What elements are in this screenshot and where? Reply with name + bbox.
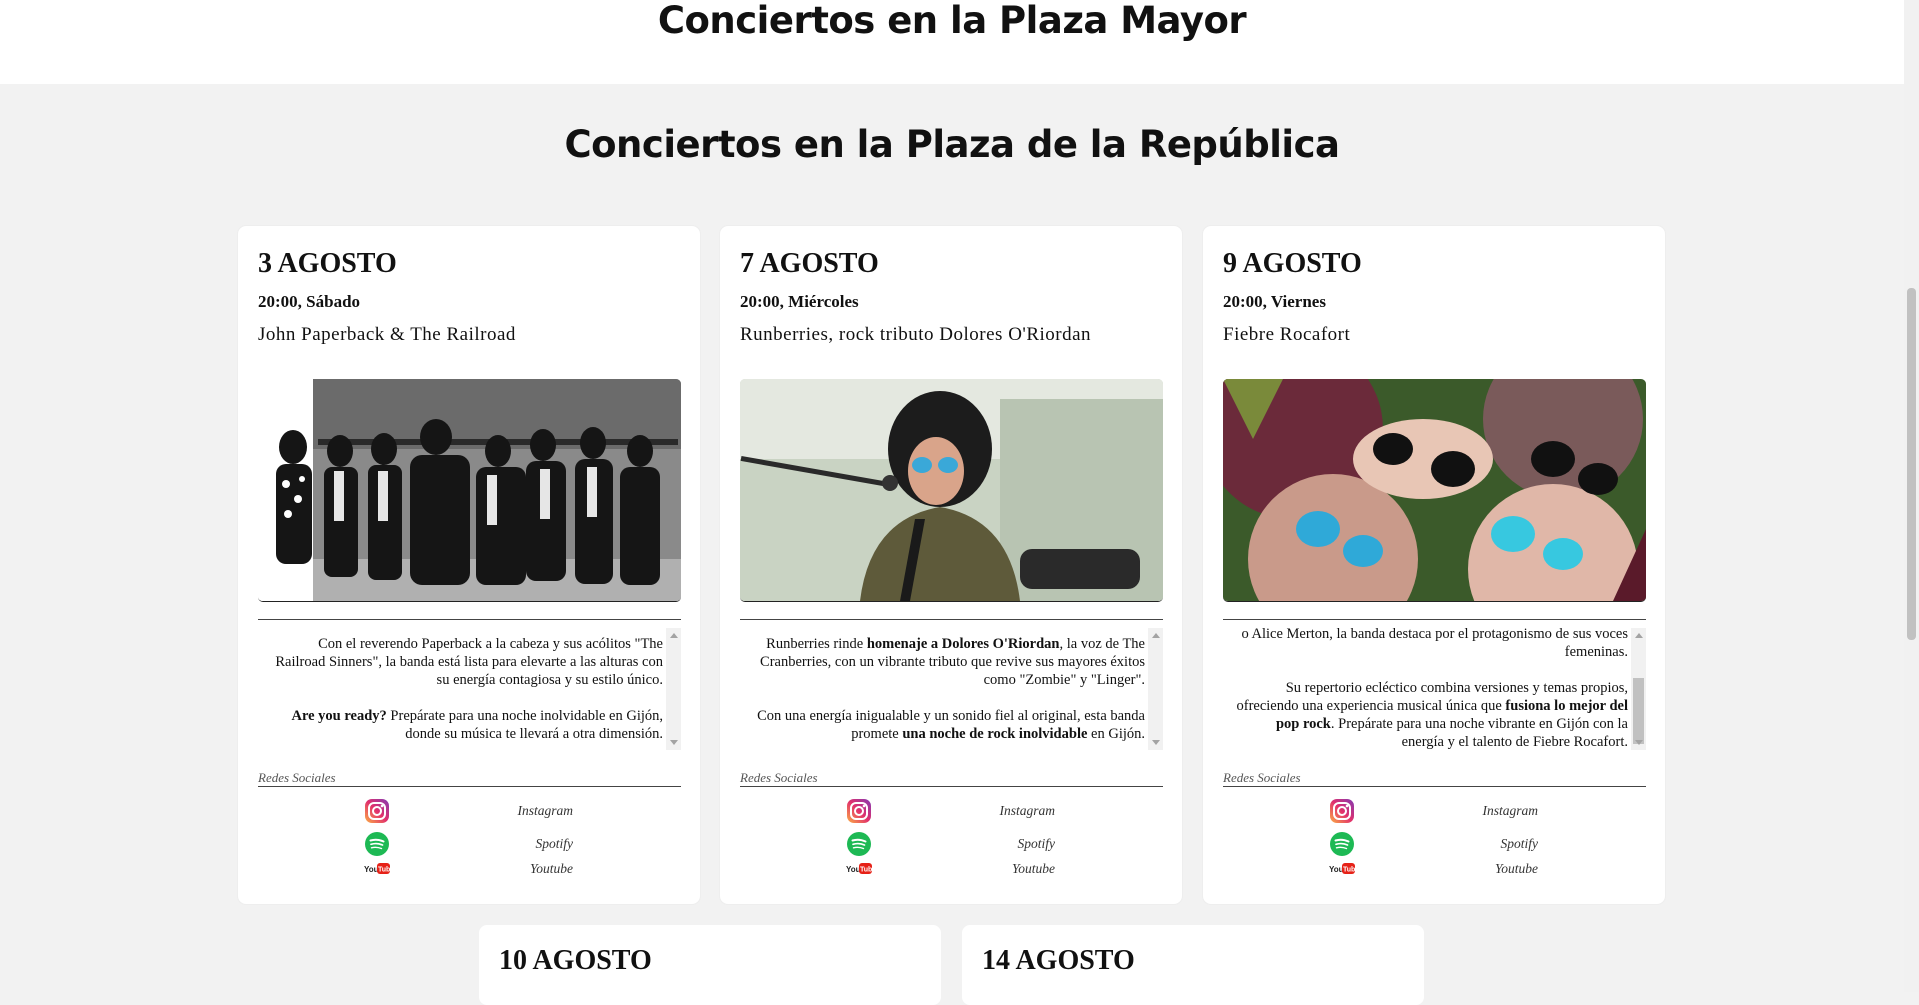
- concert-time: 20:00, Viernes: [1223, 292, 1326, 311]
- concert-description[interactable]: o Alice Merton, la banda destaca por el …: [1223, 619, 1646, 750]
- description-text-run: en Gijón.: [1087, 726, 1145, 742]
- heading-plaza-mayor: Conciertos en la Plaza Mayor: [657, 0, 1247, 42]
- concert-card: 14 AGOSTO: [962, 925, 1424, 1005]
- social-link-instagram[interactable]: Instagram: [1223, 798, 1646, 824]
- description-bold-text: Are you ready?: [291, 708, 387, 724]
- social-link-youtube[interactable]: You Tube Youtube: [258, 859, 681, 888]
- description-text-run: o Alice Merton, la banda destaca por el …: [1241, 626, 1628, 660]
- concert-card: 9 AGOSTO 20:00, Viernes Fiebre Rocafort …: [1203, 226, 1665, 904]
- social-label-spotify[interactable]: Spotify: [258, 834, 574, 854]
- description-text: Con el reverendo Paperback a la cabeza y…: [258, 635, 675, 750]
- scroll-up-arrow-icon[interactable]: [1152, 633, 1160, 638]
- description-paragraph: Con el reverendo Paperback a la cabeza y…: [270, 635, 663, 689]
- scroll-thumb[interactable]: [1633, 678, 1644, 744]
- description-scrollbar[interactable]: [666, 628, 681, 750]
- description-text: Runberries rinde homenaje a Dolores O'Ri…: [740, 635, 1157, 750]
- social-label-instagram[interactable]: Instagram: [258, 801, 573, 821]
- page-scrollbar[interactable]: [1904, 0, 1919, 992]
- description-text-run: . Prepárate para una noche vibrante en G…: [1330, 716, 1628, 750]
- social-link-youtube[interactable]: You Tube Youtube: [1223, 859, 1646, 888]
- description-paragraph: Runberries rinde homenaje a Dolores O'Ri…: [752, 635, 1145, 689]
- concert-time: 20:00, Miércoles: [740, 292, 859, 311]
- concert-card: 10 AGOSTO: [479, 925, 941, 1005]
- heading-plaza-republica: Conciertos en la Plaza de la República: [564, 123, 1340, 166]
- social-label-instagram[interactable]: Instagram: [740, 801, 1055, 821]
- concert-description[interactable]: Con el reverendo Paperback a la cabeza y…: [258, 619, 681, 750]
- social-label-youtube[interactable]: Youtube: [740, 859, 1055, 879]
- concert-time: 20:00, Sábado: [258, 292, 361, 311]
- description-scrollbar[interactable]: [1631, 628, 1646, 750]
- scroll-down-arrow-icon[interactable]: [670, 740, 678, 745]
- band-photo: [740, 379, 1163, 602]
- description-bold-text: una noche de rock inolvidable: [902, 726, 1088, 742]
- page-scroll-thumb[interactable]: [1907, 288, 1916, 640]
- concert-date: 10 AGOSTO: [499, 945, 652, 976]
- description-text-run: Prepárate para una noche inolvidable en …: [386, 708, 663, 742]
- description-text-run: Runberries rinde: [766, 636, 867, 652]
- social-heading: Redes Sociales: [740, 769, 1163, 787]
- social-label-youtube[interactable]: Youtube: [258, 859, 573, 879]
- description-bold-text: homenaje a Dolores O'Riordan: [866, 636, 1060, 652]
- social-heading: Redes Sociales: [258, 769, 681, 787]
- concert-date: 7 AGOSTO: [740, 248, 879, 279]
- description-text-run: Con el reverendo Paperback a la cabeza y…: [275, 636, 663, 688]
- description-paragraph: Con una energía inigualable y un sonido …: [752, 707, 1145, 743]
- description-paragraph: Are you ready? Prepárate para una noche …: [270, 707, 663, 743]
- concert-artist: Runberries, rock tributo Dolores O'Riord…: [740, 324, 1092, 345]
- social-label-spotify[interactable]: Spotify: [740, 834, 1056, 854]
- concert-artist: John Paperback & The Railroad: [258, 324, 516, 345]
- social-link-instagram[interactable]: Instagram: [740, 798, 1163, 824]
- concert-date: 3 AGOSTO: [258, 248, 397, 279]
- description-paragraph: Su repertorio ecléctico combina versione…: [1235, 679, 1628, 750]
- scroll-down-arrow-icon[interactable]: [1635, 740, 1643, 745]
- concert-date: 9 AGOSTO: [1223, 248, 1362, 279]
- social-label-youtube[interactable]: Youtube: [1223, 859, 1538, 879]
- concert-card: 7 AGOSTO 20:00, Miércoles Runberries, ro…: [720, 226, 1182, 904]
- social-link-youtube[interactable]: You Tube Youtube: [740, 859, 1163, 888]
- description-text: o Alice Merton, la banda destaca por el …: [1223, 625, 1640, 750]
- concert-description[interactable]: Runberries rinde homenaje a Dolores O'Ri…: [740, 619, 1163, 750]
- concert-date: 14 AGOSTO: [982, 945, 1135, 976]
- scroll-up-arrow-icon[interactable]: [1635, 633, 1643, 638]
- concert-card: 3 AGOSTO 20:00, Sábado John Paperback & …: [238, 226, 700, 904]
- social-label-instagram[interactable]: Instagram: [1223, 801, 1538, 821]
- scroll-up-arrow-icon[interactable]: [670, 633, 678, 638]
- concert-artist: Fiebre Rocafort: [1223, 324, 1351, 345]
- band-photo: [1223, 379, 1646, 602]
- scroll-down-arrow-icon[interactable]: [1152, 740, 1160, 745]
- social-heading: Redes Sociales: [1223, 769, 1646, 787]
- social-link-spotify[interactable]: Spotify: [258, 831, 681, 857]
- social-link-spotify[interactable]: Spotify: [740, 831, 1163, 857]
- social-link-spotify[interactable]: Spotify: [1223, 831, 1646, 857]
- social-link-instagram[interactable]: Instagram: [258, 798, 681, 824]
- description-scrollbar[interactable]: [1148, 628, 1163, 750]
- description-paragraph: o Alice Merton, la banda destaca por el …: [1235, 625, 1628, 661]
- social-label-spotify[interactable]: Spotify: [1223, 834, 1539, 854]
- band-photo: [258, 379, 681, 602]
